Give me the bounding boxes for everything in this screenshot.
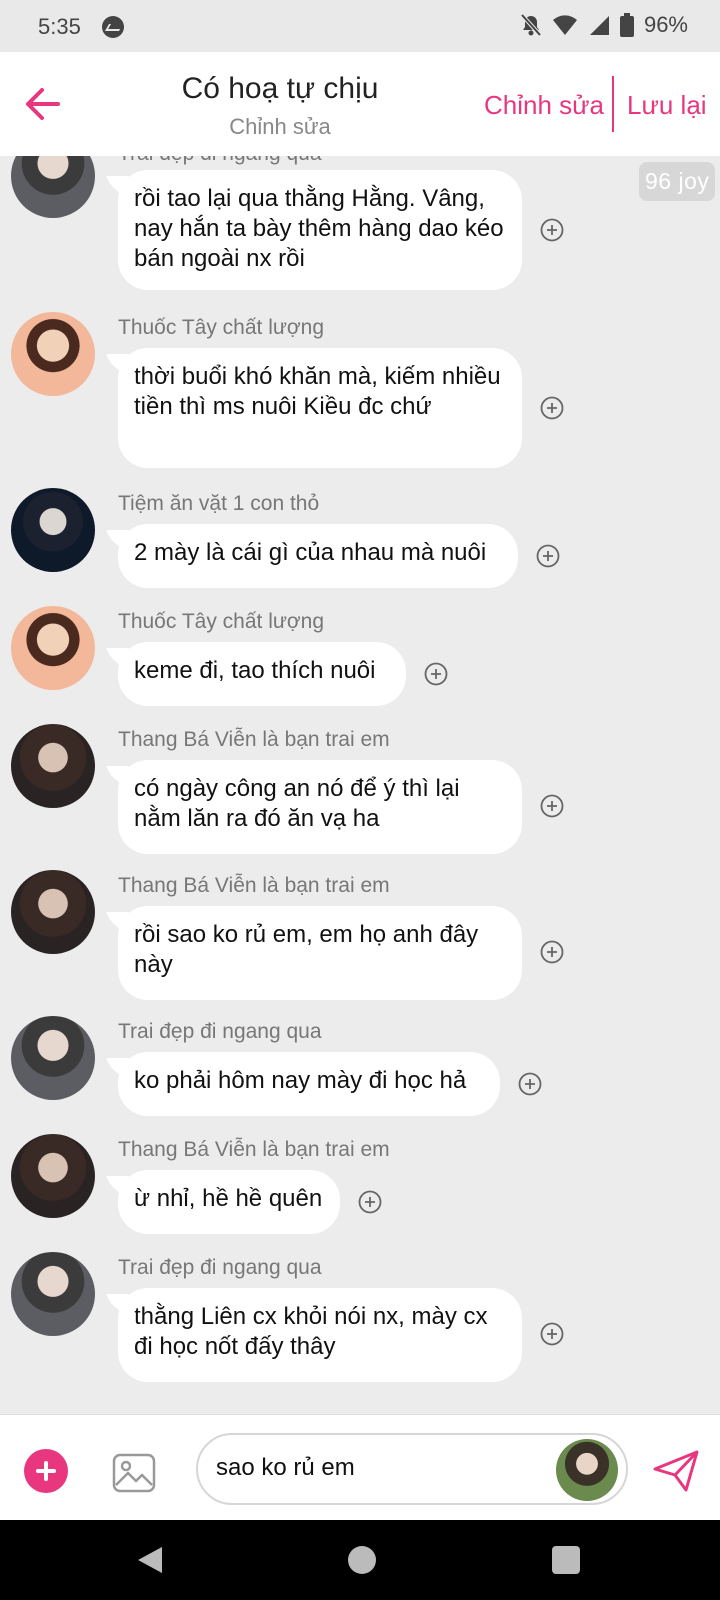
- message-composer: [0, 1414, 720, 1521]
- add-button[interactable]: [24, 1449, 68, 1493]
- add-reaction-icon[interactable]: [358, 1190, 382, 1214]
- send-icon[interactable]: [652, 1449, 700, 1493]
- nav-recents-icon[interactable]: [552, 1546, 580, 1574]
- bell-off-icon: [520, 13, 542, 37]
- add-reaction-icon[interactable]: [540, 1322, 564, 1346]
- page-title: Có hoạ tự chịu: [181, 72, 379, 105]
- selected-character-avatar[interactable]: [556, 1439, 618, 1501]
- status-bar: 5:35 96%: [0, 0, 720, 52]
- sender-name: Thuốc Tây chất lượng: [118, 610, 325, 633]
- avatar[interactable]: [11, 156, 95, 218]
- message-input-box[interactable]: [196, 1433, 628, 1505]
- chat-thread[interactable]: 96 joy Trai đẹp đi ngang qua rồi tao lại…: [0, 156, 720, 1414]
- message-bubble[interactable]: thằng Liên cx khỏi nói nx, mày cx đi học…: [118, 1288, 522, 1382]
- avatar[interactable]: [11, 1134, 95, 1218]
- status-time: 5:35: [38, 14, 81, 39]
- avatar[interactable]: [11, 488, 95, 572]
- add-reaction-icon[interactable]: [540, 794, 564, 818]
- nav-back-icon[interactable]: [136, 1545, 164, 1575]
- header-divider: [612, 76, 614, 132]
- avatar[interactable]: [11, 870, 95, 954]
- add-reaction-icon[interactable]: [536, 544, 560, 568]
- avatar[interactable]: [11, 606, 95, 690]
- add-reaction-icon[interactable]: [540, 940, 564, 964]
- nav-home-icon[interactable]: [348, 1546, 376, 1574]
- avatar[interactable]: [11, 724, 95, 808]
- avatar[interactable]: [11, 312, 95, 396]
- message-bubble[interactable]: thời buổi khó khăn mà, kiếm nhiều tiền t…: [118, 348, 522, 468]
- message-bubble[interactable]: rồi tao lại qua thằng Hằng. Vâng, nay hắ…: [118, 170, 522, 290]
- edit-button[interactable]: Chỉnh sửa: [484, 90, 604, 121]
- sender-name: Thang Bá Viễn là bạn trai em: [118, 728, 390, 751]
- battery-icon: [619, 13, 634, 37]
- joy-badge: 96 joy: [639, 162, 716, 201]
- signal-icon: [589, 16, 609, 35]
- messenger-icon: [102, 16, 124, 38]
- add-reaction-icon[interactable]: [540, 218, 564, 242]
- message-bubble[interactable]: rồi sao ko rủ em, em họ anh đây này: [118, 906, 522, 1000]
- message-bubble[interactable]: có ngày công an nó để ý thì lại nằm lăn …: [118, 760, 522, 854]
- sender-name: Trai đẹp đi ngang qua: [118, 156, 322, 166]
- sender-name: Tiệm ăn vặt 1 con thỏ: [118, 492, 320, 515]
- message-bubble[interactable]: keme đi, tao thích nuôi: [118, 642, 406, 706]
- back-arrow-icon[interactable]: [20, 82, 64, 126]
- message-bubble[interactable]: ừ nhỉ, hề hề quên: [118, 1170, 340, 1234]
- sender-name: Thuốc Tây chất lượng: [118, 316, 325, 339]
- page-subtitle: Chỉnh sửa: [229, 114, 331, 139]
- navigation-bar: [0, 1520, 720, 1600]
- message-bubble[interactable]: 2 mày là cái gì của nhau mà nuôi: [118, 524, 518, 588]
- add-reaction-icon[interactable]: [518, 1072, 542, 1096]
- add-reaction-icon[interactable]: [540, 396, 564, 420]
- sender-name: Trai đẹp đi ngang qua: [118, 1256, 322, 1279]
- sender-name: Thang Bá Viễn là bạn trai em: [118, 874, 390, 897]
- add-reaction-icon[interactable]: [424, 662, 448, 686]
- sender-name: Trai đẹp đi ngang qua: [118, 1020, 322, 1043]
- message-input[interactable]: [216, 1454, 546, 1482]
- image-icon[interactable]: [112, 1451, 156, 1495]
- battery-percent: 96%: [643, 12, 688, 37]
- sender-name: Thang Bá Viễn là bạn trai em: [118, 1138, 390, 1161]
- wifi-icon: [552, 15, 577, 35]
- avatar[interactable]: [11, 1016, 95, 1100]
- avatar[interactable]: [11, 1252, 95, 1336]
- message-bubble[interactable]: ko phải hôm nay mày đi học hả: [118, 1052, 500, 1116]
- status-icons: 96%: [520, 12, 688, 38]
- save-button[interactable]: Lưu lại: [627, 90, 707, 121]
- chat-header: Có hoạ tự chịu Chỉnh sửa Chỉnh sửa Lưu l…: [0, 52, 720, 156]
